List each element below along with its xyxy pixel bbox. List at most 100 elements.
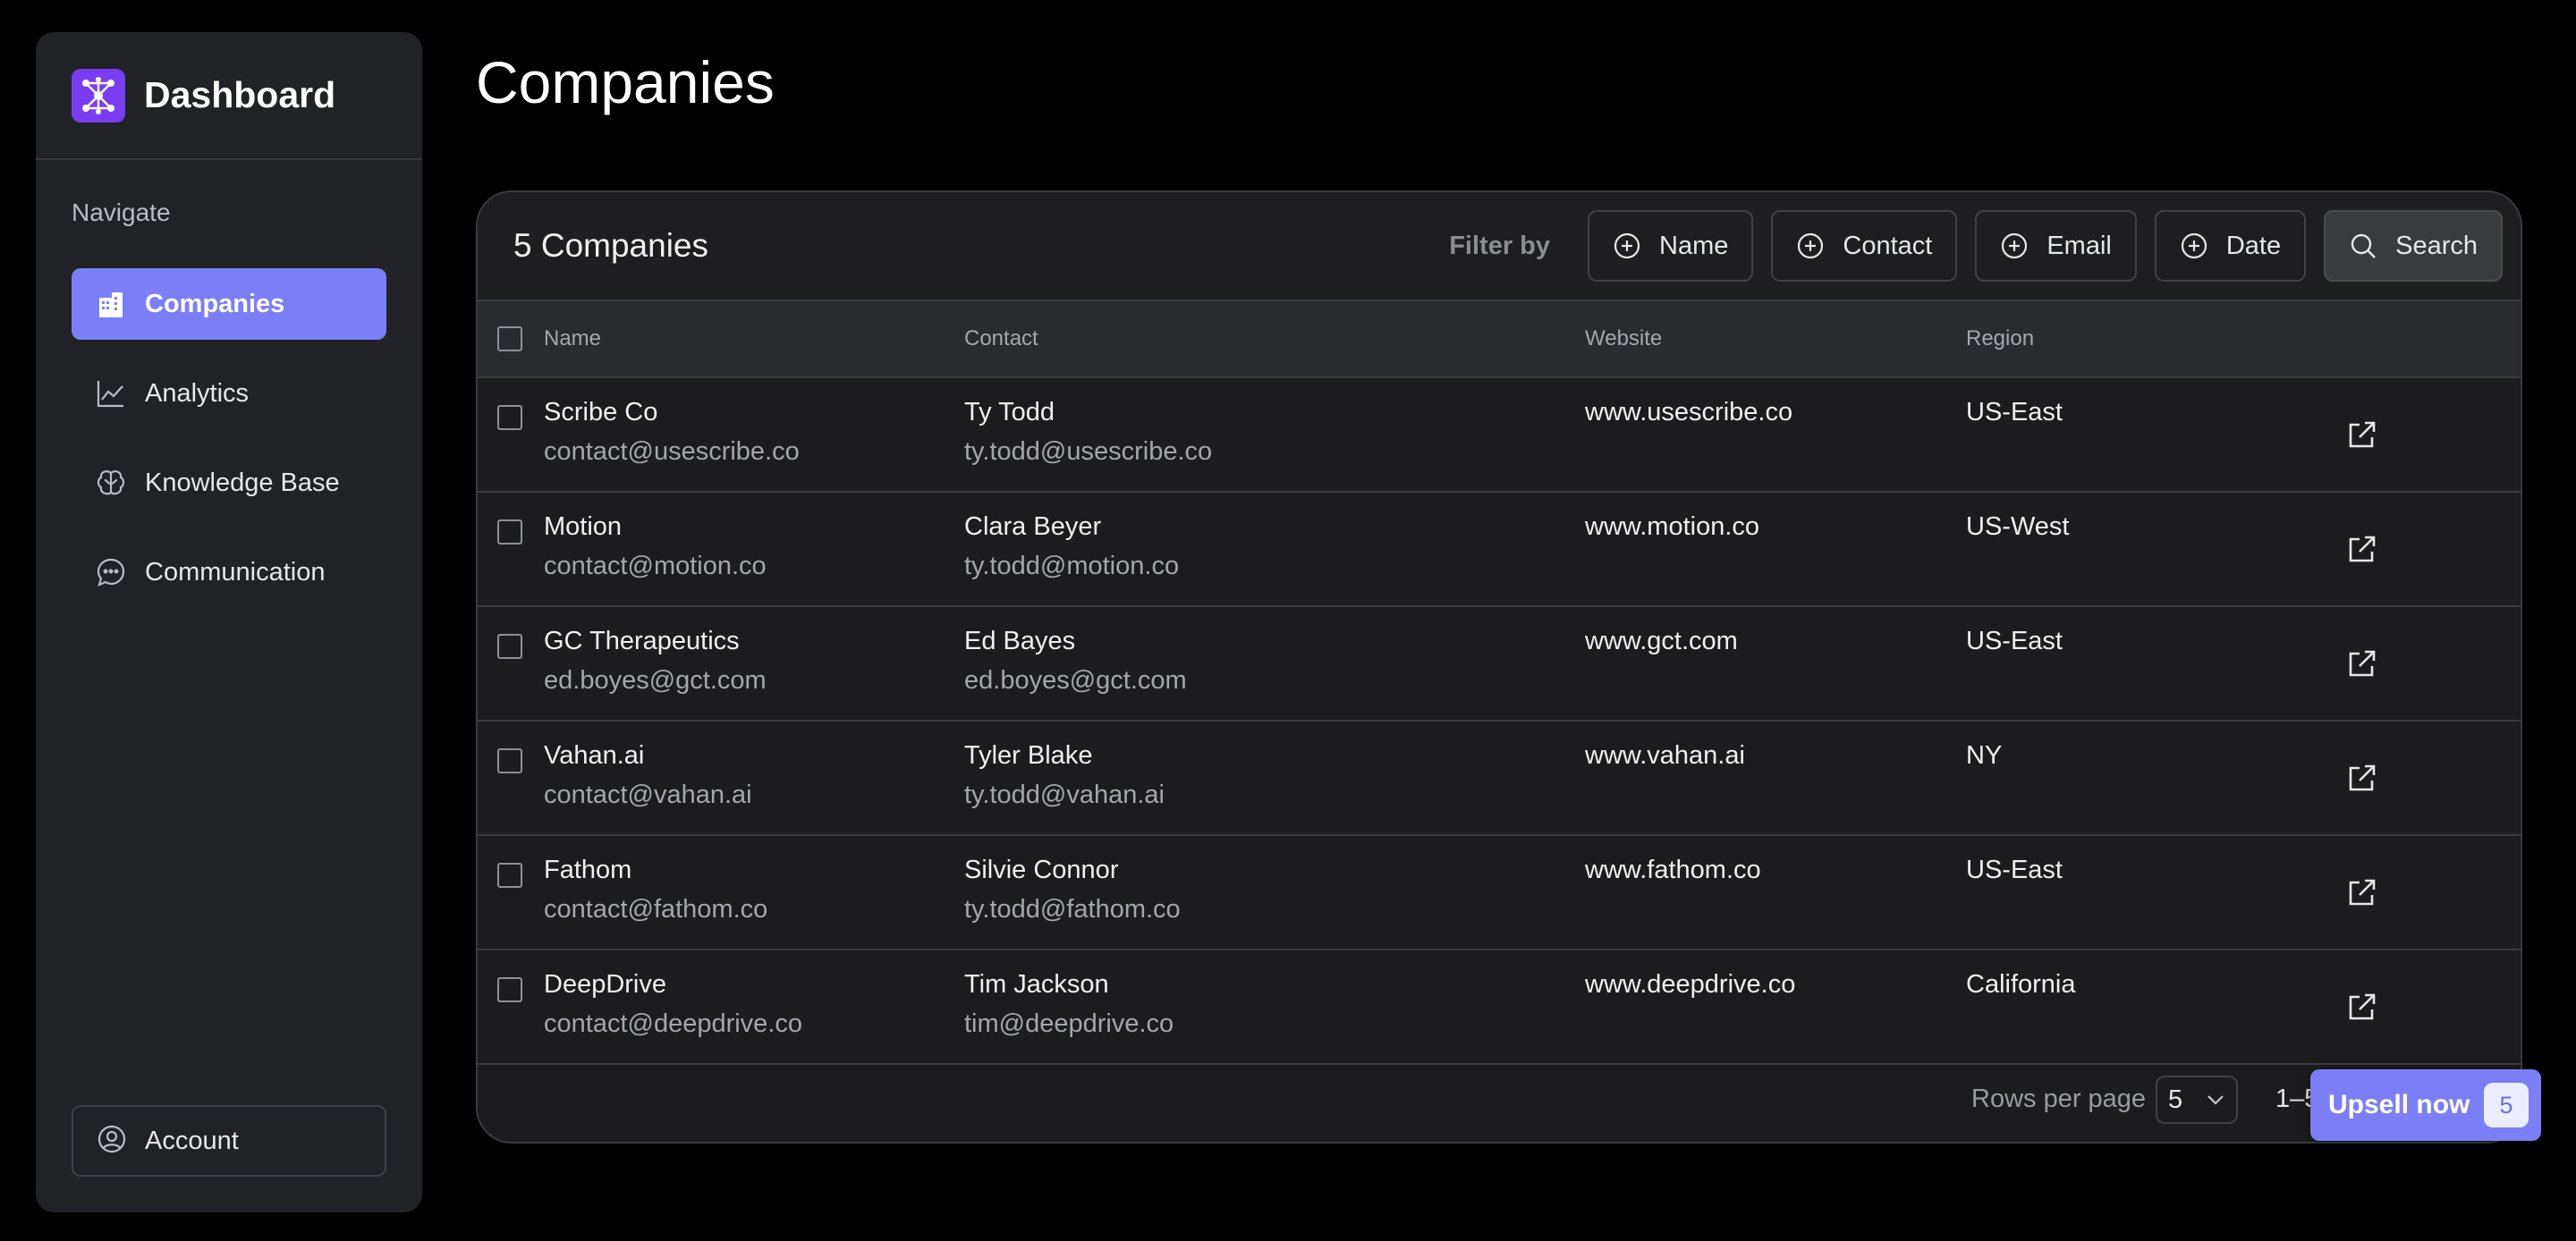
- panel-header: 5 Companies Filter by Name Contact Email: [478, 192, 2521, 300]
- brand-title: Dashboard: [144, 74, 336, 115]
- table-row: Fathom contact@fathom.co Silvie Connor t…: [478, 836, 2521, 950]
- rows-per-page-value: 5: [2168, 1085, 2183, 1114]
- search-button[interactable]: Search: [2324, 210, 2503, 282]
- region: US-East: [1966, 627, 2063, 655]
- table-row: DeepDrive contact@deepdrive.co Tim Jacks…: [478, 950, 2521, 1065]
- column-header-region[interactable]: Region: [1966, 326, 2034, 351]
- chevron-down-icon: [2204, 1088, 2227, 1119]
- sidebar-item-label: Companies: [145, 289, 285, 318]
- upsell-badge: 5: [2484, 1083, 2529, 1127]
- company-name: Vahan.ai: [544, 741, 645, 770]
- company-email: ed.boyes@gct.com: [544, 666, 767, 695]
- filter-email-button[interactable]: Email: [1975, 210, 2137, 282]
- website[interactable]: www.fathom.co: [1585, 856, 1761, 885]
- brand: Dashboard: [36, 32, 422, 160]
- region: US-West: [1966, 512, 2070, 541]
- table-row: GC Therapeutics ed.boyes@gct.com Ed Baye…: [478, 607, 2521, 722]
- sidebar-item-analytics[interactable]: Analytics: [72, 358, 386, 429]
- website[interactable]: www.gct.com: [1585, 627, 1738, 656]
- contact-name: Tim Jackson: [964, 970, 1109, 999]
- external-link-icon[interactable]: [2343, 990, 2379, 1026]
- sidebar-item-companies[interactable]: Companies: [72, 268, 386, 340]
- company-name: GC Therapeutics: [544, 627, 740, 655]
- external-link-icon[interactable]: [2343, 875, 2379, 911]
- filter-label: Date: [2225, 231, 2282, 260]
- company-email: contact@deepdrive.co: [544, 1009, 802, 1038]
- website[interactable]: www.deepdrive.co: [1585, 970, 1795, 1000]
- search-label: Search: [2395, 231, 2478, 260]
- row-checkbox[interactable]: [497, 634, 522, 659]
- line-chart-icon: [95, 377, 127, 409]
- region: NY: [1966, 741, 2003, 770]
- contact-email: ty.todd@fathom.co: [964, 895, 1181, 924]
- website[interactable]: www.motion.co: [1585, 512, 1759, 542]
- filter-contact-button[interactable]: Contact: [1771, 210, 1958, 282]
- column-header-name[interactable]: Name: [544, 326, 601, 351]
- page-title: Companies: [476, 49, 775, 115]
- plus-circle-icon: [2000, 232, 2029, 260]
- external-link-icon[interactable]: [2343, 761, 2379, 797]
- sidebar-item-communication[interactable]: Communication: [72, 536, 386, 608]
- company-name: Scribe Co: [544, 398, 658, 426]
- plus-circle-icon: [1613, 232, 1641, 260]
- filter-label: Email: [2046, 231, 2112, 260]
- upsell-button[interactable]: Upsell now 5: [2310, 1069, 2541, 1141]
- table-row: Vahan.ai contact@vahan.ai Tyler Blake ty…: [478, 722, 2521, 836]
- sidebar-item-knowledge-base[interactable]: Knowledge Base: [72, 447, 386, 519]
- company-name: Motion: [544, 512, 623, 541]
- website[interactable]: www.usescribe.co: [1585, 398, 1792, 427]
- select-all-checkbox[interactable]: [497, 326, 522, 351]
- plus-circle-icon: [2180, 232, 2208, 260]
- row-checkbox[interactable]: [497, 748, 522, 773]
- search-icon: [2349, 232, 2377, 260]
- contact-email: ty.todd@vahan.ai: [964, 781, 1165, 809]
- brain-icon: [95, 467, 127, 499]
- table-body: Scribe Co contact@usescribe.co Ty Todd t…: [478, 378, 2521, 1065]
- contact-email: ty.todd@usescribe.co: [964, 437, 1213, 466]
- upsell-label: Upsell now: [2328, 1090, 2470, 1119]
- rows-per-page-label: Rows per page: [1971, 1085, 2147, 1113]
- external-link-icon[interactable]: [2343, 532, 2379, 568]
- region: US-East: [1966, 856, 2063, 884]
- company-email: contact@motion.co: [544, 552, 767, 580]
- filter-bar: Filter by Name Contact Email Date Search: [1449, 210, 2503, 282]
- filter-name-button[interactable]: Name: [1588, 210, 1754, 282]
- sidebar-item-label: Communication: [145, 557, 326, 587]
- account-label: Account: [145, 1126, 239, 1155]
- nav-heading: Navigate: [72, 198, 171, 226]
- company-name: DeepDrive: [544, 970, 666, 999]
- row-checkbox[interactable]: [497, 977, 522, 1002]
- user-circle-icon: [97, 1124, 127, 1159]
- sidebar-item-label: Analytics: [145, 378, 250, 408]
- filter-label: Name: [1659, 231, 1729, 260]
- contact-name: Ed Bayes: [964, 627, 1076, 655]
- row-checkbox[interactable]: [497, 405, 522, 430]
- contact-name: Tyler Blake: [964, 741, 1093, 770]
- table-row: Motion contact@motion.co Clara Beyer ty.…: [478, 493, 2521, 607]
- contact-email: ed.boyes@gct.com: [964, 666, 1187, 695]
- building-icon: [95, 288, 127, 320]
- contact-name: Silvie Connor: [964, 856, 1119, 884]
- rows-per-page-select[interactable]: 5: [2156, 1076, 2238, 1124]
- column-header-contact[interactable]: Contact: [964, 326, 1038, 351]
- table-footer: Rows per page 5 1–5: [478, 1059, 2521, 1142]
- column-header-website[interactable]: Website: [1585, 326, 1662, 351]
- website[interactable]: www.vahan.ai: [1585, 741, 1745, 771]
- row-checkbox[interactable]: [497, 863, 522, 888]
- contact-name: Ty Todd: [964, 398, 1055, 426]
- contact-email: tim@deepdrive.co: [964, 1009, 1174, 1038]
- filter-date-button[interactable]: Date: [2154, 210, 2307, 282]
- sidebar-item-label: Knowledge Base: [145, 468, 340, 497]
- external-link-icon[interactable]: [2343, 418, 2379, 453]
- table-row: Scribe Co contact@usescribe.co Ty Todd t…: [478, 378, 2521, 493]
- nav-list: Companies Analytics Knowledge Base Commu…: [72, 268, 386, 626]
- external-link-icon[interactable]: [2343, 646, 2379, 682]
- region: US-East: [1966, 398, 2063, 426]
- filter-label: Contact: [1843, 231, 1933, 260]
- company-email: contact@fathom.co: [544, 895, 768, 924]
- companies-panel: 5 Companies Filter by Name Contact Email: [476, 190, 2522, 1144]
- table-header: Name Contact Website Region: [478, 300, 2521, 378]
- contact-email: ty.todd@motion.co: [964, 552, 1180, 580]
- row-checkbox[interactable]: [497, 519, 522, 545]
- account-button[interactable]: Account: [72, 1105, 386, 1177]
